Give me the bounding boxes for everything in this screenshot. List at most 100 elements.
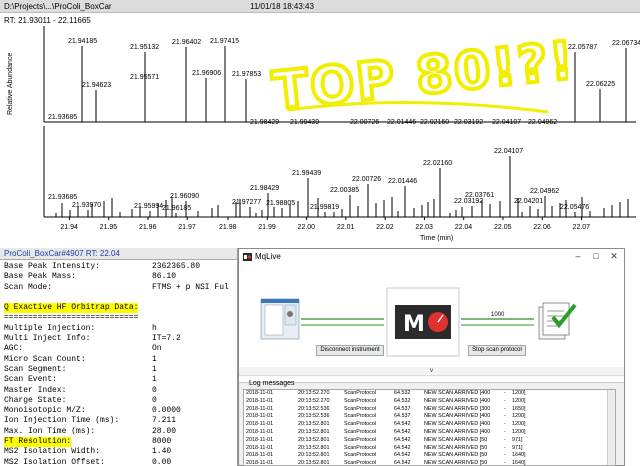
log-row[interactable]: 2018-11-01 20:13:52.536 ScanProtocol 64.537… bbox=[244, 406, 615, 414]
bottom-peak-label: 21.93685 bbox=[48, 194, 77, 201]
x-tick-label: 21.98 bbox=[219, 224, 237, 231]
scan-header-row: MS2 Isolation Offset: 0.00 bbox=[4, 458, 237, 466]
log-row[interactable]: 2018-11-01 20:13:52.270 ScanProtocol 64.532… bbox=[244, 390, 615, 398]
bottom-peak-label: 21.95994 bbox=[134, 203, 163, 210]
x-tick-label: 21.94 bbox=[60, 224, 78, 231]
scan-header-row: Scan Segment: 1 bbox=[4, 365, 237, 375]
scan-header-row: Max. Ion Time (ms): 28.00 bbox=[4, 427, 237, 437]
log-expander-toggle[interactable]: ˅ bbox=[239, 367, 624, 376]
log-rows-container: 2018-11-01 20:13:52.270 ScanProtocol 64.532… bbox=[244, 390, 615, 466]
scan-header-row: Ion Injection Time (ms): 7.211 bbox=[4, 416, 237, 426]
log-messages-list[interactable]: 2018-11-01 20:13:52.270 ScanProtocol 64.532… bbox=[243, 389, 616, 466]
bottom-peak-label: 21.98429 bbox=[250, 185, 279, 192]
log-cell: 2018-11-01 bbox=[246, 390, 274, 396]
log-row[interactable]: 2018-11-01 20:13:52.270 ScanProtocol 64.532… bbox=[244, 398, 615, 406]
scan-header-value: 86.10 bbox=[152, 272, 177, 282]
log-cell: 1200] bbox=[512, 397, 526, 404]
top-peak-label: 21.97415 bbox=[210, 38, 239, 45]
x-tick-label: 22.06 bbox=[533, 224, 551, 231]
log-cell: 64.542 bbox=[394, 452, 411, 459]
bottom-peak-label: 22.02160 bbox=[423, 160, 452, 167]
bottom-peak-label: 22.04107 bbox=[494, 148, 523, 155]
log-cell: ScanProtocol bbox=[344, 413, 377, 420]
log-cell: 64.532 bbox=[394, 397, 411, 404]
log-row[interactable]: 2018-11-01 20:13:52.801 ScanProtocol 64.542… bbox=[244, 437, 615, 445]
x-ticks-group: 21.94 21.95 21.96 21.97 21.98 21.99 22.00 22.01… bbox=[60, 217, 590, 231]
scan-header-row: Monoisotopic M/Z: 0.0000 bbox=[4, 406, 237, 416]
log-row[interactable]: 2018-11-01 20:13:52.801 ScanProtocol 64.542… bbox=[244, 421, 615, 429]
mqlive-title: MqLive bbox=[255, 252, 281, 261]
scan-header-row: Scan Event: 1 bbox=[4, 375, 237, 385]
x-tick-label: 21.97 bbox=[178, 224, 196, 231]
scan-header-row: ============================ bbox=[4, 313, 237, 323]
scan-header-key: Max. Ion Time (ms): bbox=[4, 426, 96, 436]
scan-header-row: AGC: On bbox=[4, 344, 237, 354]
stop-scan-protocol-button[interactable]: Stop scan protocol bbox=[468, 345, 526, 356]
mqlive-titlebar[interactable]: MqLive – □ ✕ bbox=[239, 249, 624, 265]
logo-letter: M bbox=[403, 312, 425, 337]
log-cell: - bbox=[504, 436, 506, 443]
maxquant-logo-icon: M bbox=[386, 287, 460, 357]
x-tick-label: 22.00 bbox=[298, 224, 316, 231]
x-axis-label: Time (min) bbox=[420, 235, 453, 242]
bottom-peak-label: 22.01446 bbox=[388, 178, 417, 185]
top-peak-label: 21.95132 bbox=[130, 44, 159, 51]
scan-header-value: 0 bbox=[152, 395, 157, 405]
log-row[interactable]: 2018-11-01 20:13:52.536 ScanProtocol 64.537… bbox=[244, 413, 615, 421]
log-row[interactable]: 2018-11-01 20:13:52.801 ScanProtocol 64.542… bbox=[244, 429, 615, 437]
scan-header-value: 7.211 bbox=[152, 416, 177, 426]
y-axis-label: Relative Abundance bbox=[7, 53, 14, 115]
scan-header-row: Master Index: 0 bbox=[4, 386, 237, 396]
x-tick-label: 22.02 bbox=[376, 224, 394, 231]
log-row[interactable]: 2018-11-01 20:13:52.801 ScanProtocol 64.542… bbox=[244, 452, 615, 460]
log-cell: 2018-11-01 bbox=[246, 436, 274, 443]
bottom-peak-label: 21.99819 bbox=[310, 204, 339, 211]
top-peak-label: 21.97853 bbox=[232, 71, 261, 78]
scan-header-key: Ion Injection Time (ms): bbox=[4, 416, 120, 426]
scan-header-key: Scan Mode: bbox=[4, 282, 53, 292]
scan-header-value: 0.0000 bbox=[152, 406, 181, 416]
log-cell: NEW SCAN ARRIVED [400 bbox=[424, 397, 491, 404]
scan-header-value: h bbox=[152, 323, 157, 333]
log-cell: 971] bbox=[512, 444, 523, 451]
scan-header-key: Micro Scan Count: bbox=[4, 354, 86, 364]
log-cell: 1200] bbox=[512, 413, 526, 420]
log-cell: 1200] bbox=[512, 428, 526, 435]
mqlive-window[interactable]: MqLive – □ ✕ 1000 M Disconnect instrumen… bbox=[238, 248, 625, 466]
flow-diagram: 1000 M bbox=[260, 287, 577, 357]
bottom-peak-label: 21.93970 bbox=[72, 202, 101, 209]
log-cell: 1640] bbox=[512, 452, 526, 459]
minimize-icon[interactable]: – bbox=[569, 249, 587, 265]
maximize-icon[interactable]: □ bbox=[587, 249, 605, 265]
scan-header-key: Q Exactive HF Orbitrap Data: bbox=[4, 303, 139, 314]
log-cell: 64.542 bbox=[394, 460, 411, 466]
log-cell: 20:13:52.270 bbox=[298, 390, 330, 396]
scan-panel-title: ProColi_BoxCar#4907 RT: 22.04 bbox=[0, 248, 237, 260]
disconnect-instrument-button[interactable]: Disconnect instrument bbox=[316, 345, 384, 356]
scan-header-key: Monoisotopic M/Z: bbox=[4, 406, 86, 416]
scan-header-key: FT Resolution: bbox=[4, 437, 72, 448]
log-cell: 1200] bbox=[512, 421, 526, 428]
log-cell: - bbox=[504, 405, 506, 412]
log-cell: - bbox=[504, 460, 506, 466]
scan-header-key: ============================ bbox=[4, 313, 139, 323]
top-peak-label: 21.95571 bbox=[130, 74, 159, 81]
x-tick-label: 21.95 bbox=[100, 224, 118, 231]
top-peak-label: 22.06225 bbox=[586, 81, 615, 88]
top-peak-label: 21.96906 bbox=[192, 70, 221, 77]
x-tick-label: 22.05 bbox=[494, 224, 512, 231]
x-tick-label: 22.03 bbox=[415, 224, 433, 231]
log-row[interactable]: 2018-11-01 20:13:52.801 ScanProtocol 64.542… bbox=[244, 460, 615, 466]
log-scrollbar[interactable] bbox=[607, 390, 615, 465]
scan-header-value: FTMS + p NSI Ful bbox=[152, 282, 229, 292]
bottom-peak-label: 22.04201 bbox=[514, 198, 543, 205]
close-icon[interactable]: ✕ bbox=[605, 249, 623, 265]
log-cell: ScanProtocol bbox=[344, 452, 377, 459]
log-cell: 64.532 bbox=[394, 390, 411, 396]
log-cell: NEW SCAN ARRIVED [50 bbox=[424, 452, 488, 459]
scan-header-row bbox=[4, 293, 237, 303]
log-row[interactable]: 2018-11-01 20:13:52.801 ScanProtocol 64.542… bbox=[244, 445, 615, 453]
log-cell: 64.542 bbox=[394, 428, 411, 435]
log-cell: 2018-11-01 bbox=[246, 428, 274, 435]
scan-header-value: 0.00 bbox=[152, 457, 172, 466]
